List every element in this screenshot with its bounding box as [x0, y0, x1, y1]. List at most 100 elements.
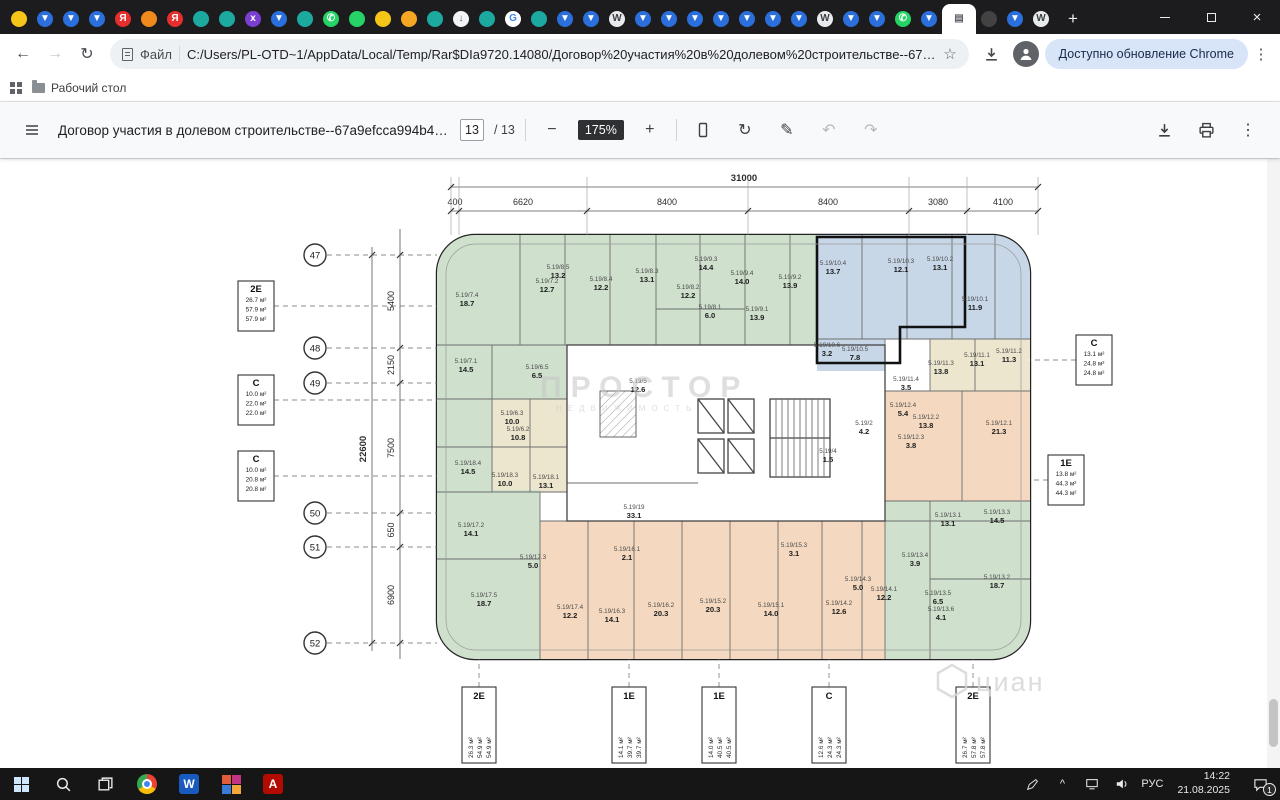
- tab[interactable]: [370, 4, 396, 34]
- fit-page-button[interactable]: [687, 114, 719, 146]
- profile-avatar[interactable]: [1013, 41, 1039, 67]
- tab[interactable]: [976, 4, 1002, 34]
- chrome-taskbar-button[interactable]: [126, 768, 168, 800]
- tab[interactable]: x: [240, 4, 266, 34]
- tab[interactable]: [6, 4, 32, 34]
- clock[interactable]: 14:22 21.08.2025: [1167, 768, 1240, 800]
- maximize-button[interactable]: [1188, 0, 1234, 34]
- pdf-menu-button[interactable]: [16, 114, 48, 146]
- watermark-center: ПРОСТОР: [540, 371, 749, 404]
- redo-button[interactable]: ↷: [855, 114, 887, 146]
- tab[interactable]: ▼: [58, 4, 84, 34]
- tab[interactable]: [344, 4, 370, 34]
- tab[interactable]: ▼: [32, 4, 58, 34]
- rotate-button[interactable]: ↻: [729, 114, 761, 146]
- search-button[interactable]: [42, 768, 84, 800]
- tab[interactable]: ▼: [916, 4, 942, 34]
- tray-chevron-button[interactable]: ^: [1047, 768, 1077, 800]
- start-button[interactable]: [0, 768, 42, 800]
- tab[interactable]: [136, 4, 162, 34]
- chrome-update-chip[interactable]: Доступно обновление Chrome: [1045, 39, 1248, 69]
- annotate-button[interactable]: ✎: [771, 114, 803, 146]
- tab[interactable]: W: [1028, 4, 1054, 34]
- tab[interactable]: ✆: [890, 4, 916, 34]
- new-tab-button[interactable]: +: [1060, 6, 1086, 32]
- svg-text:12.6 м²: 12.6 м²: [818, 737, 825, 758]
- apps-grid-icon[interactable]: [10, 82, 22, 94]
- window-controls: ×: [1142, 0, 1280, 34]
- volume-tray-button[interactable]: [1107, 768, 1137, 800]
- tab[interactable]: [214, 4, 240, 34]
- tab[interactable]: ▼: [552, 4, 578, 34]
- print-button[interactable]: [1190, 114, 1222, 146]
- tab[interactable]: W: [812, 4, 838, 34]
- back-button[interactable]: ←: [8, 39, 38, 69]
- tab[interactable]: W: [604, 4, 630, 34]
- tab[interactable]: ▼: [682, 4, 708, 34]
- tab[interactable]: Я: [110, 4, 136, 34]
- tab-favicon: ▼: [739, 11, 755, 27]
- reload-button[interactable]: ↻: [72, 39, 102, 69]
- tab[interactable]: Я: [162, 4, 188, 34]
- scrollbar-thumb[interactable]: [1269, 699, 1278, 747]
- pdf-more-button[interactable]: ⋮: [1232, 114, 1264, 146]
- tab[interactable]: ▼: [84, 4, 110, 34]
- bookmark-star-icon[interactable]: ☆: [943, 45, 956, 63]
- tab[interactable]: [188, 4, 214, 34]
- tab[interactable]: ▼: [656, 4, 682, 34]
- minimize-button[interactable]: [1142, 0, 1188, 34]
- tab[interactable]: ▼: [786, 4, 812, 34]
- tab[interactable]: ▼: [266, 4, 292, 34]
- svg-text:14.1: 14.1: [464, 529, 480, 538]
- scrollbar-track[interactable]: [1267, 159, 1280, 768]
- tab[interactable]: ↓: [448, 4, 474, 34]
- photos-taskbar-button[interactable]: [210, 768, 252, 800]
- pdf-download-button[interactable]: [1148, 114, 1180, 146]
- tab[interactable]: [292, 4, 318, 34]
- network-tray-button[interactable]: [1077, 768, 1107, 800]
- close-button[interactable]: ×: [1234, 0, 1280, 34]
- undo-button[interactable]: ↶: [813, 114, 845, 146]
- page-number-input[interactable]: [460, 119, 484, 141]
- tab[interactable]: G: [500, 4, 526, 34]
- tab[interactable]: ▼: [578, 4, 604, 34]
- zoom-level-input[interactable]: 175%: [578, 120, 624, 140]
- tab[interactable]: ▼: [1002, 4, 1028, 34]
- pen-tray-button[interactable]: [1017, 768, 1047, 800]
- tab[interactable]: ▼: [734, 4, 760, 34]
- downloads-button[interactable]: [977, 39, 1007, 69]
- url-text[interactable]: C:/Users/PL-OTD~1/AppData/Local/Temp/Rar…: [187, 47, 936, 62]
- tab[interactable]: ▼: [838, 4, 864, 34]
- tab[interactable]: ▼: [708, 4, 734, 34]
- tab[interactable]: [526, 4, 552, 34]
- svg-text:40.5 м²: 40.5 м²: [726, 737, 733, 758]
- word-taskbar-button[interactable]: W: [168, 768, 210, 800]
- svg-text:2150: 2150: [386, 355, 396, 375]
- tab[interactable]: ✆: [318, 4, 344, 34]
- tab[interactable]: ▼: [630, 4, 656, 34]
- language-indicator[interactable]: РУС: [1137, 768, 1167, 800]
- zoom-in-button[interactable]: +: [634, 114, 666, 146]
- svg-text:22.0 м²: 22.0 м²: [246, 401, 267, 408]
- address-bar[interactable]: Файл C:/Users/PL-OTD~1/AppData/Local/Tem…: [110, 39, 969, 69]
- action-center-button[interactable]: 1: [1240, 768, 1280, 800]
- svg-text:26.7 м²: 26.7 м²: [246, 297, 267, 304]
- svg-text:6900: 6900: [386, 585, 396, 605]
- svg-text:13.8 м²: 13.8 м²: [1056, 471, 1077, 478]
- svg-text:14.0: 14.0: [764, 609, 779, 618]
- tab[interactable]: [396, 4, 422, 34]
- svg-text:57.8 м²: 57.8 м²: [980, 737, 987, 758]
- zoom-out-button[interactable]: −: [536, 114, 568, 146]
- acrobat-taskbar-button[interactable]: A: [252, 768, 294, 800]
- tab[interactable]: [474, 4, 500, 34]
- forward-button[interactable]: →: [40, 39, 70, 69]
- browser-menu-button[interactable]: ⋮: [1250, 45, 1272, 63]
- task-view-button[interactable]: [84, 768, 126, 800]
- bookmark-item-desktop[interactable]: Рабочий стол: [32, 81, 126, 95]
- tab-active[interactable]: ▤: [942, 4, 976, 34]
- tab-favicon: ✆: [895, 11, 911, 27]
- tab-favicon: ▼: [765, 11, 781, 27]
- tab[interactable]: ▼: [760, 4, 786, 34]
- tab[interactable]: [422, 4, 448, 34]
- tab[interactable]: ▼: [864, 4, 890, 34]
